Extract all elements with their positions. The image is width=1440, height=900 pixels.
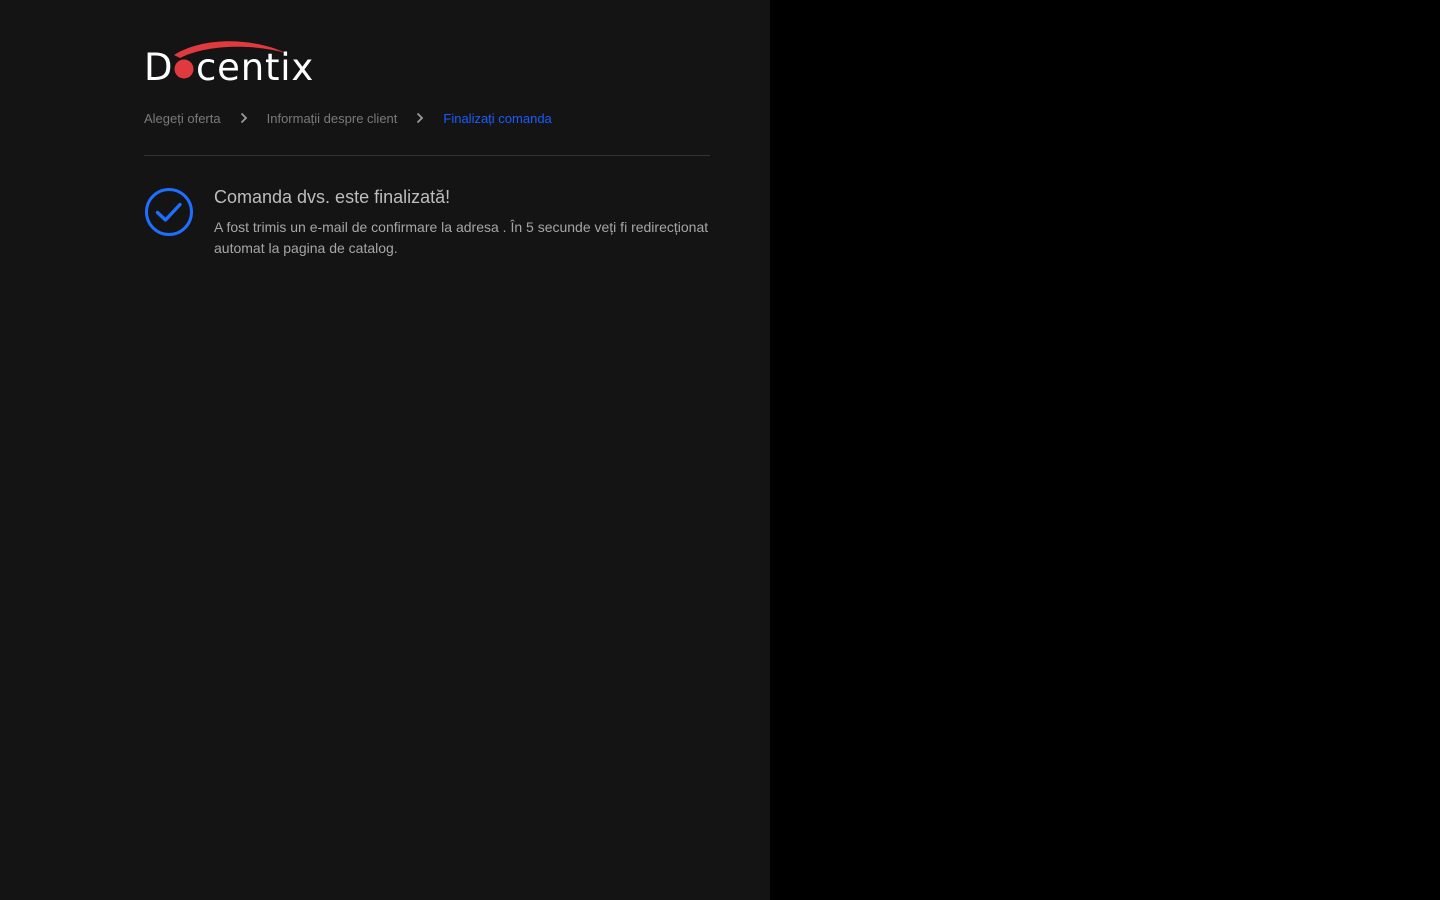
check-circle-icon bbox=[144, 187, 194, 237]
checkout-breadcrumb: Alegeți oferta Informații despre client … bbox=[144, 108, 710, 128]
confirmation-title: Comanda dvs. este finalizată! bbox=[214, 187, 451, 207]
order-confirmation: Comanda dvs. este finalizată! A fost tri… bbox=[144, 187, 710, 259]
breadcrumb-step-finalize-order: Finalizați comanda bbox=[443, 110, 552, 126]
checkout-panel: D centix Alegeți oferta Informații despr… bbox=[0, 0, 770, 900]
header-divider bbox=[144, 155, 710, 156]
breadcrumb-step-choose-offer[interactable]: Alegeți oferta bbox=[144, 111, 221, 126]
confirmation-text: Comanda dvs. este finalizată! A fost tri… bbox=[214, 187, 710, 259]
breadcrumb-step-client-info[interactable]: Informații despre client bbox=[267, 111, 398, 126]
docentix-logo[interactable]: D centix bbox=[144, 40, 319, 84]
svg-text:centix: centix bbox=[196, 46, 314, 84]
chevron-right-icon bbox=[221, 108, 267, 128]
svg-text:D: D bbox=[144, 46, 173, 84]
page: D centix Alegeți oferta Informații despr… bbox=[0, 0, 1440, 900]
side-panel bbox=[770, 0, 1440, 900]
confirmation-message: A fost trimis un e-mail de confirmare la… bbox=[214, 219, 709, 256]
logo-graphic: D centix bbox=[144, 41, 314, 84]
chevron-right-icon bbox=[397, 108, 443, 128]
checkout-content: D centix Alegeți oferta Informații despr… bbox=[144, 40, 710, 259]
